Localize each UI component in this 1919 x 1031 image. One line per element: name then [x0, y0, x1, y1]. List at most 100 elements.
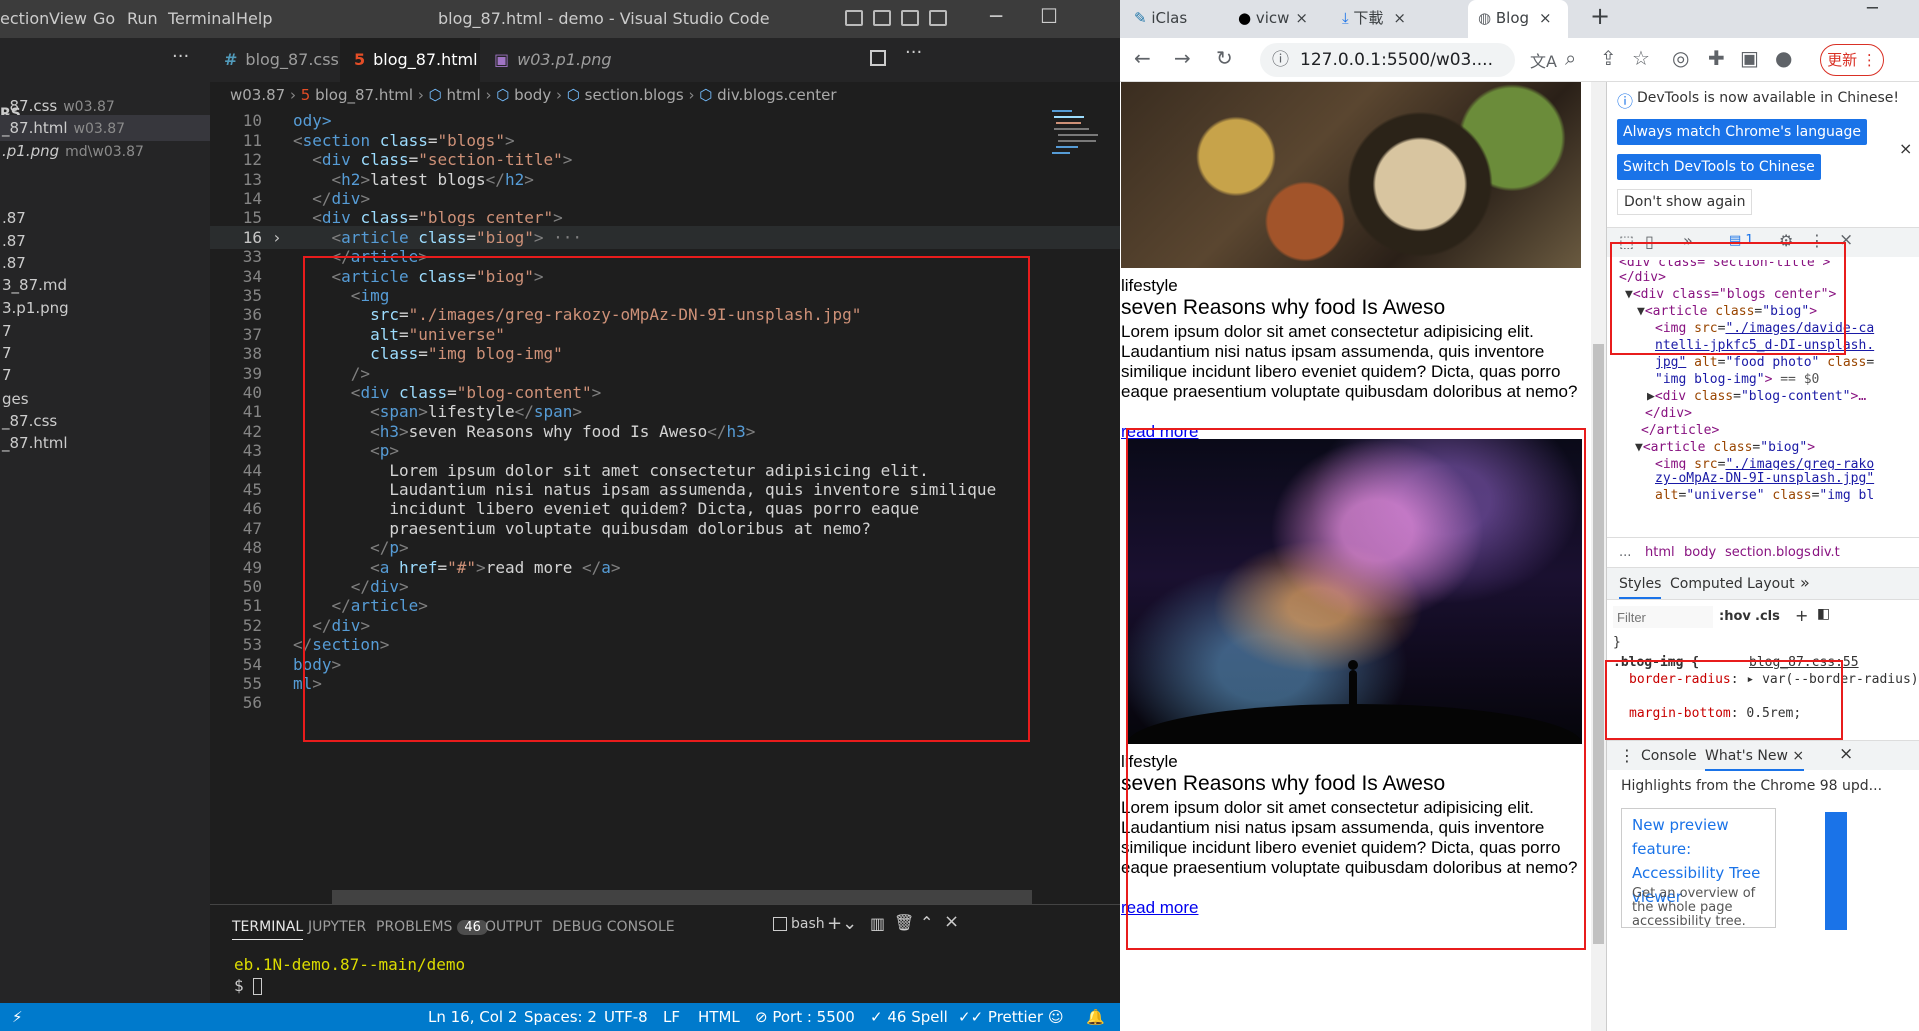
status-language[interactable]: HTML	[698, 1003, 740, 1031]
maximize-panel-icon[interactable]: ⌃	[920, 913, 933, 932]
breadcrumb-html[interactable]: html	[446, 86, 480, 104]
notifications-icon[interactable]: 🔔	[1086, 1003, 1105, 1031]
drawer-menu-icon[interactable]: ⋮	[1619, 746, 1635, 765]
site-info-icon[interactable]: ⓘ	[1272, 43, 1289, 77]
forward-icon[interactable]: →	[1174, 46, 1191, 70]
tab-computed[interactable]: Computed	[1670, 576, 1743, 592]
feedback-icon[interactable]: ☺	[1048, 1003, 1064, 1031]
crumb-more[interactable]: ...	[1619, 545, 1631, 560]
customize-layout-icon[interactable]	[929, 10, 947, 26]
explorer-file-item[interactable]: 7	[0, 362, 210, 388]
menu-selection[interactable]: ection	[0, 9, 49, 28]
extension-icon[interactable]: ◎	[1672, 46, 1689, 70]
always-match-language-button[interactable]: Always match Chrome's language	[1617, 119, 1867, 145]
tab-output[interactable]: OUTPUT	[485, 919, 542, 935]
breadcrumb-section[interactable]: section.blogs	[585, 86, 684, 104]
browser-tab-github[interactable]: ● vicw ×	[1238, 0, 1338, 38]
tab-terminal[interactable]: TERMINAL	[232, 919, 304, 940]
breadcrumb-file[interactable]: blog_87.html	[315, 86, 413, 104]
switch-to-chinese-button[interactable]: Switch DevTools to Chinese	[1617, 154, 1821, 180]
split-terminal-icon[interactable]: ▥	[870, 914, 885, 933]
close-drawer-icon[interactable]: ×	[1839, 744, 1853, 764]
styles-filter-input[interactable]	[1613, 606, 1713, 628]
split-editor-icon[interactable]	[870, 50, 886, 66]
remote-icon[interactable]: ⚡	[12, 1003, 23, 1031]
more-tabs-icon[interactable]: »	[1800, 573, 1810, 592]
breadcrumb-div[interactable]: div.blogs.center	[717, 86, 836, 104]
dont-show-again-button[interactable]: Don't show again	[1617, 189, 1753, 215]
toggle-sidebar-icon[interactable]: ◧	[1817, 606, 1830, 622]
tab-jupyter[interactable]: JUPYTER	[308, 919, 366, 935]
breadcrumb-folder[interactable]: w03.87	[230, 86, 285, 104]
tab-debug-console[interactable]: DEBUG CONSOLE	[552, 919, 675, 935]
profile-avatar-icon[interactable]: ●	[1775, 46, 1792, 70]
close-tab-icon[interactable]: ×	[1393, 9, 1406, 27]
close-drawer-tab-icon[interactable]: ×	[1792, 748, 1804, 764]
minimap[interactable]	[1040, 108, 1120, 198]
status-spell[interactable]: ✓ 46 Spell	[870, 1003, 948, 1031]
maximize-icon[interactable]: ☐	[1040, 4, 1058, 28]
status-eol[interactable]: LF	[663, 1003, 680, 1031]
drawer-tab-whats-new[interactable]: What's New ×	[1705, 748, 1805, 771]
new-style-rule-icon[interactable]: +	[1795, 606, 1808, 625]
explorer-file-item[interactable]: .p1.png md\w03.87	[0, 138, 210, 164]
crumb-div[interactable]: div.t	[1812, 545, 1840, 560]
bookmark-star-icon[interactable]: ☆	[1632, 46, 1650, 70]
crumb-body[interactable]: body	[1684, 545, 1716, 560]
more-actions-icon[interactable]: ···	[905, 42, 922, 63]
translate-icon[interactable]: 文A	[1530, 48, 1557, 72]
toggle-secondary-sidebar-icon[interactable]	[901, 10, 919, 26]
window-minimize-icon[interactable]: ─	[1867, 0, 1878, 19]
new-tab-icon[interactable]: +	[1590, 2, 1610, 30]
toggle-panel-icon[interactable]	[873, 10, 891, 26]
extensions-puzzle-icon[interactable]: ✚	[1708, 46, 1725, 70]
toggle-sidebar-icon[interactable]	[845, 10, 863, 26]
minimize-icon[interactable]: ─	[990, 4, 1002, 28]
new-terminal-icon[interactable]: +⌄	[827, 913, 857, 934]
reload-icon[interactable]: ↻	[1216, 46, 1233, 70]
status-live-server[interactable]: ⊘ Port : 5500	[755, 1003, 855, 1031]
cls-toggle[interactable]: .cls	[1755, 609, 1780, 624]
whats-new-card[interactable]: New preview feature: Accessibility Tree …	[1621, 808, 1776, 928]
menu-go[interactable]: Go	[93, 9, 115, 28]
menu-help[interactable]: Help	[236, 9, 272, 28]
crumb-section[interactable]: section.blogs	[1725, 545, 1811, 560]
status-cursor-position[interactable]: Ln 16, Col 2	[428, 1003, 517, 1031]
menu-terminal[interactable]: Terminal	[168, 9, 236, 28]
side-panel-icon[interactable]: ▣	[1740, 46, 1759, 70]
breadcrumb-body[interactable]: body	[514, 86, 551, 104]
crumb-html[interactable]: html	[1645, 545, 1675, 560]
elements-tree-lower[interactable]: zy-oMpAz-DN-9I-unsplash.jpg" alt="univer…	[1607, 470, 1907, 525]
status-prettier[interactable]: ✓✓ Prettier	[958, 1003, 1043, 1031]
more-actions-icon[interactable]: ···	[172, 46, 189, 67]
tab-layout[interactable]: Layout	[1747, 576, 1795, 592]
close-notice-icon[interactable]: ×	[1899, 139, 1912, 158]
explorer-file-item[interactable]: _87.html	[0, 430, 210, 456]
close-tab-icon[interactable]: ×	[1539, 9, 1552, 27]
trash-icon[interactable]: 🗑	[894, 913, 914, 932]
page-scrollbar[interactable]	[1591, 82, 1606, 1031]
tab-styles[interactable]: Styles	[1619, 576, 1662, 599]
share-icon[interactable]: ⇪	[1600, 46, 1617, 70]
horizontal-scrollbar[interactable]	[332, 890, 1032, 904]
status-indentation[interactable]: Spaces: 2	[524, 1003, 597, 1031]
tab-blog-css[interactable]: # blog_87.css	[210, 38, 340, 82]
hov-toggle[interactable]: :hov	[1719, 609, 1751, 624]
browser-tab-blog[interactable]: ◍ Blog ×	[1468, 0, 1568, 38]
browser-tab-downloads[interactable]: ⤓ 下載 ×	[1342, 0, 1442, 38]
tab-problems[interactable]: PROBLEMS 46	[376, 919, 488, 935]
tab-blog-html[interactable]: 5blog_87.html ×	[340, 38, 480, 113]
close-tab-icon[interactable]: ×	[1295, 9, 1308, 27]
menu-view[interactable]: View	[49, 9, 87, 28]
menu-run[interactable]: Run	[127, 9, 158, 28]
tab-w03-p1-png[interactable]: ▣ w03.p1.png	[480, 38, 620, 82]
terminal-shell-selector[interactable]: bash	[773, 916, 825, 932]
close-panel-icon[interactable]: ×	[944, 911, 959, 932]
zoom-icon[interactable]: ⌕	[1565, 46, 1576, 70]
browser-tab-iclass[interactable]: ✎ iClas	[1134, 0, 1232, 38]
terminal-prompt[interactable]: $	[234, 976, 263, 995]
update-button[interactable]: 更新 ⋮	[1820, 44, 1884, 76]
url-input[interactable]: ⓘ 127.0.0.1:5500/w03....	[1260, 43, 1515, 77]
page-scrollbar-thumb[interactable]	[1593, 344, 1604, 944]
status-encoding[interactable]: UTF-8	[604, 1003, 648, 1031]
